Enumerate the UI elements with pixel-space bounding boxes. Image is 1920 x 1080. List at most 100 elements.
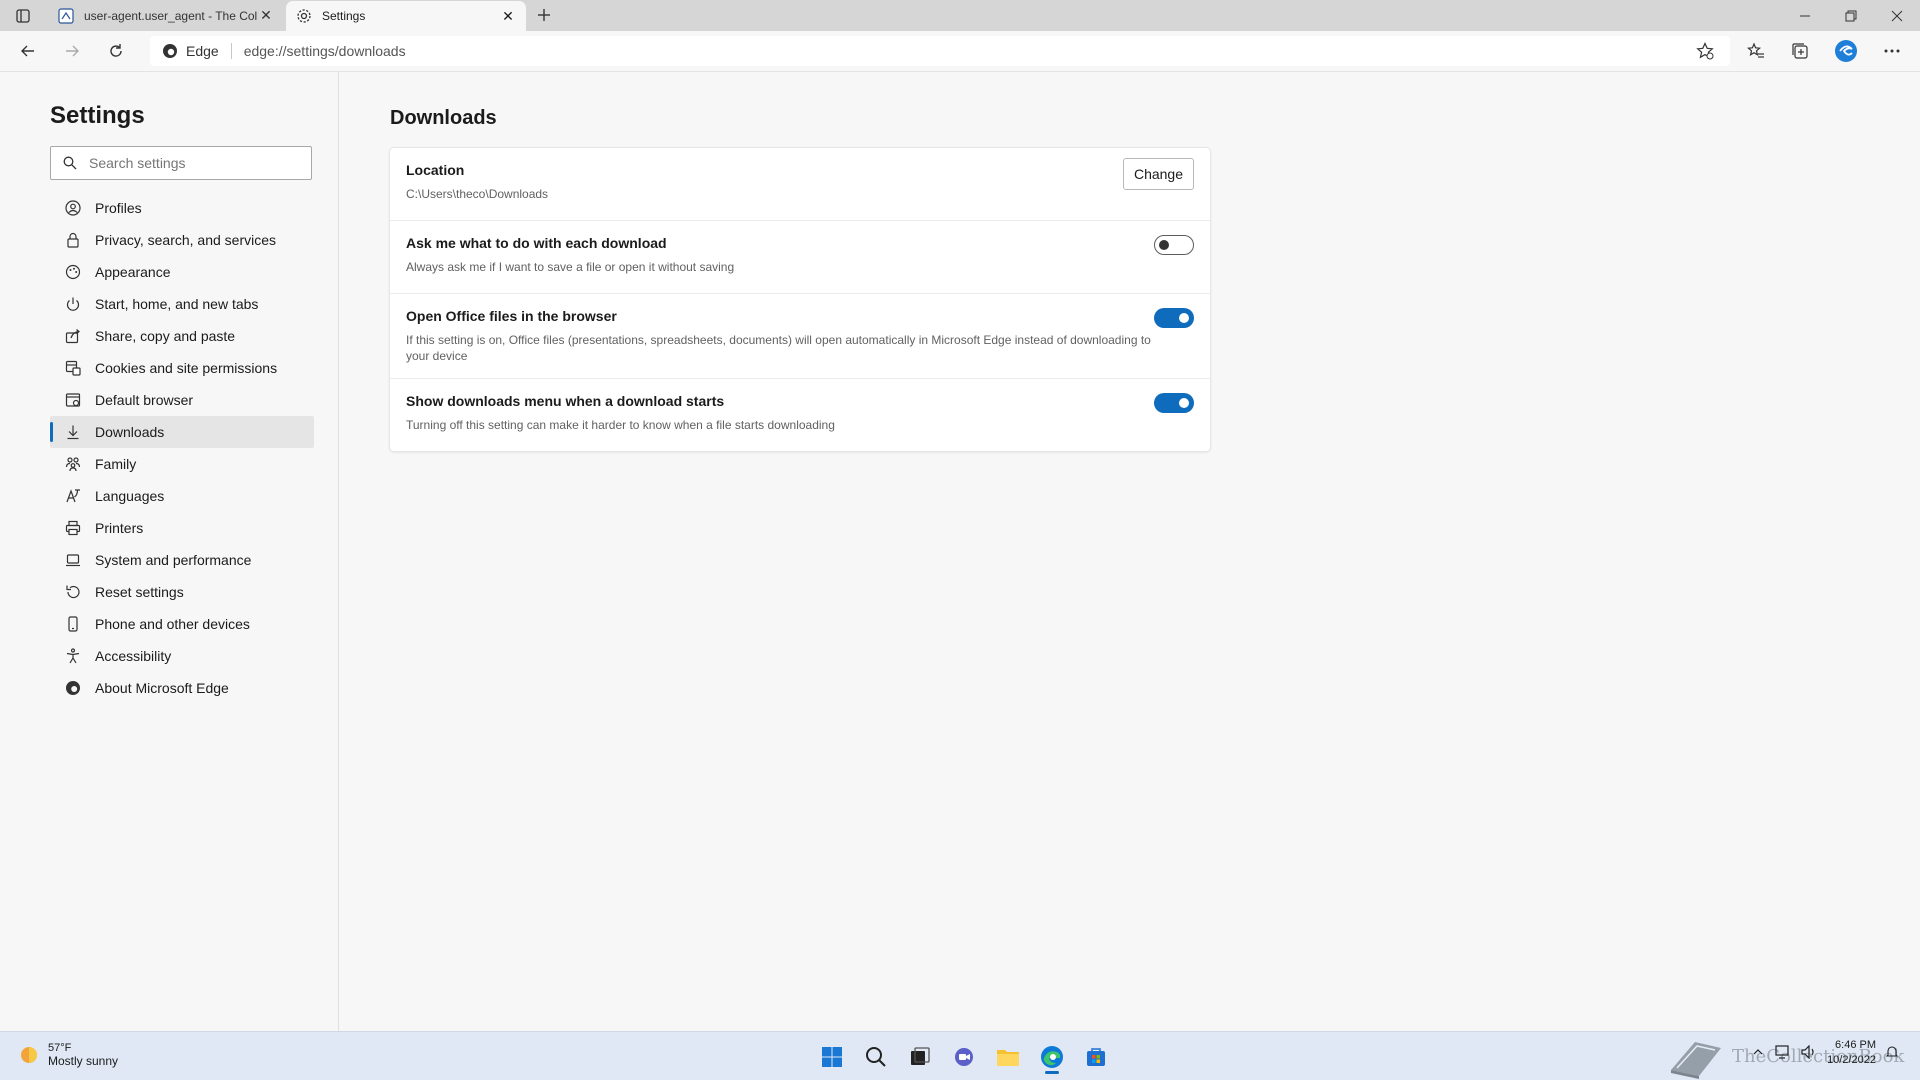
clock[interactable]: 6:46 PM 10/2/2022 bbox=[1827, 1038, 1876, 1068]
chevron-up-icon[interactable] bbox=[1753, 1047, 1763, 1060]
teams-chat-icon[interactable] bbox=[944, 1040, 984, 1074]
toggle-knob bbox=[1159, 240, 1169, 250]
sidebar-item-label: Phone and other devices bbox=[95, 616, 250, 632]
close-window-icon[interactable] bbox=[1874, 0, 1920, 31]
sidebar-item-system[interactable]: System and performance bbox=[50, 544, 314, 576]
sidebar-item-label: Reset settings bbox=[95, 584, 184, 600]
share-icon bbox=[63, 326, 83, 346]
taskbar-apps bbox=[812, 1040, 1120, 1074]
weather-widget[interactable]: 57°F Mostly sunny bbox=[18, 1042, 118, 1068]
open-office-files-toggle[interactable] bbox=[1154, 308, 1194, 328]
tab-actions-icon[interactable] bbox=[14, 7, 32, 25]
site-badge-label: Edge bbox=[186, 43, 219, 59]
close-icon[interactable]: ✕ bbox=[258, 7, 274, 24]
sidebar-item-label: Appearance bbox=[95, 264, 171, 280]
profile-icon bbox=[63, 198, 83, 218]
collections-icon[interactable] bbox=[1786, 37, 1814, 65]
forward-icon[interactable] bbox=[58, 37, 86, 65]
appearance-icon bbox=[63, 262, 83, 282]
ask-each-download-toggle[interactable] bbox=[1154, 235, 1194, 255]
add-favorite-icon[interactable] bbox=[1696, 42, 1714, 63]
sidebar-item-label: Languages bbox=[95, 488, 165, 504]
minimize-icon[interactable] bbox=[1782, 0, 1828, 31]
profile-avatar-icon[interactable] bbox=[1832, 37, 1860, 65]
sidebar-item-label: Default browser bbox=[95, 392, 194, 408]
back-icon[interactable] bbox=[14, 37, 42, 65]
search-box[interactable] bbox=[50, 146, 312, 180]
url-text[interactable]: edge://settings/downloads bbox=[244, 43, 406, 59]
sidebar-item-appearance[interactable]: Appearance bbox=[50, 256, 314, 288]
cookies-icon bbox=[63, 358, 83, 378]
divider bbox=[230, 43, 232, 59]
new-tab-button[interactable] bbox=[534, 5, 554, 25]
windows-start-icon[interactable] bbox=[812, 1040, 852, 1074]
weather-temp: 57°F bbox=[48, 1042, 72, 1054]
system-tray: 6:46 PM 10/2/2022 bbox=[1753, 1038, 1899, 1068]
sidebar-item-default-browser[interactable]: Default browser bbox=[50, 384, 314, 416]
sidebar-item-label: Printers bbox=[95, 520, 144, 536]
setting-label: Open Office files in the browser bbox=[406, 308, 617, 324]
settings-sidebar: Settings Profiles Privacy, search, and s… bbox=[0, 72, 339, 1031]
sidebar-item-share[interactable]: Share, copy and paste bbox=[50, 320, 314, 352]
sidebar-item-family[interactable]: Family bbox=[50, 448, 314, 480]
tab-user-agent[interactable]: user-agent.user_agent - The Coll ✕ bbox=[48, 0, 284, 31]
store-icon[interactable] bbox=[1076, 1040, 1116, 1074]
laptop-icon bbox=[63, 550, 83, 570]
sidebar-item-printers[interactable]: Printers bbox=[50, 512, 314, 544]
setting-row-open-office-files: Open Office files in the browser If this… bbox=[390, 293, 1210, 378]
reset-icon bbox=[63, 582, 83, 602]
site-info-badge[interactable]: Edge bbox=[162, 43, 219, 59]
sidebar-item-cookies[interactable]: Cookies and site permissions bbox=[50, 352, 314, 384]
lock-icon bbox=[63, 230, 83, 250]
search-icon[interactable] bbox=[856, 1040, 896, 1074]
clock-date: 10/2/2022 bbox=[1827, 1054, 1876, 1066]
browser-icon bbox=[63, 390, 83, 410]
sidebar-item-label: System and performance bbox=[95, 552, 252, 568]
sidebar-item-label: Accessibility bbox=[95, 648, 172, 664]
sidebar-item-label: Privacy, search, and services bbox=[95, 232, 277, 248]
sidebar-item-downloads[interactable]: Downloads bbox=[50, 416, 314, 448]
address-bar[interactable]: Edge edge://settings/downloads bbox=[150, 36, 1730, 66]
address-toolbar: Edge edge://settings/downloads bbox=[0, 31, 1920, 72]
download-icon bbox=[63, 422, 83, 442]
sidebar-item-label: Profiles bbox=[95, 200, 142, 216]
restore-icon[interactable] bbox=[1828, 0, 1874, 31]
refresh-icon[interactable] bbox=[102, 37, 130, 65]
sidebar-item-phone[interactable]: Phone and other devices bbox=[50, 608, 314, 640]
location-row: Location C:\Users\theco\Downloads Change bbox=[390, 148, 1210, 220]
edge-browser-icon[interactable] bbox=[1032, 1040, 1072, 1074]
sidebar-item-privacy[interactable]: Privacy, search, and services bbox=[50, 224, 314, 256]
weather-desc: Mostly sunny bbox=[48, 1054, 119, 1068]
more-options-icon[interactable] bbox=[1878, 37, 1906, 65]
search-icon bbox=[63, 156, 77, 170]
taskbar: 57°F Mostly sunny TheCollectionBook 6:46… bbox=[0, 1031, 1920, 1080]
show-downloads-menu-toggle[interactable] bbox=[1154, 393, 1194, 413]
notification-icon[interactable] bbox=[1885, 1045, 1899, 1062]
volume-icon[interactable] bbox=[1801, 1044, 1817, 1062]
file-explorer-icon[interactable] bbox=[988, 1040, 1028, 1074]
sidebar-item-start-home[interactable]: Start, home, and new tabs bbox=[50, 288, 314, 320]
sidebar-item-about[interactable]: About Microsoft Edge bbox=[50, 672, 314, 704]
setting-description: Turning off this setting can make it har… bbox=[406, 418, 835, 432]
change-location-button[interactable]: Change bbox=[1122, 158, 1194, 190]
sidebar-item-languages[interactable]: Languages bbox=[50, 480, 314, 512]
settings-content: Downloads Location C:\Users\theco\Downlo… bbox=[339, 72, 1920, 1031]
setting-row-ask-each-download: Ask me what to do with each download Alw… bbox=[390, 220, 1210, 293]
power-icon bbox=[63, 294, 83, 314]
favorites-icon[interactable] bbox=[1742, 37, 1770, 65]
sidebar-item-label: Share, copy and paste bbox=[95, 328, 236, 344]
sidebar-title: Settings bbox=[50, 102, 145, 129]
downloads-settings-card: Location C:\Users\theco\Downloads Change… bbox=[390, 148, 1210, 451]
search-input[interactable] bbox=[87, 154, 291, 172]
setting-label: Ask me what to do with each download bbox=[406, 235, 667, 251]
close-icon[interactable]: ✕ bbox=[500, 8, 516, 24]
sidebar-item-profiles[interactable]: Profiles bbox=[50, 192, 314, 224]
network-icon[interactable] bbox=[1775, 1044, 1791, 1062]
settings-nav: Profiles Privacy, search, and services A… bbox=[50, 192, 314, 704]
setting-row-show-downloads-menu: Show downloads menu when a download star… bbox=[390, 378, 1210, 451]
tab-settings[interactable]: Settings ✕ bbox=[286, 1, 526, 31]
task-view-icon[interactable] bbox=[900, 1040, 940, 1074]
language-icon bbox=[63, 486, 83, 506]
sidebar-item-accessibility[interactable]: Accessibility bbox=[50, 640, 314, 672]
sidebar-item-reset[interactable]: Reset settings bbox=[50, 576, 314, 608]
